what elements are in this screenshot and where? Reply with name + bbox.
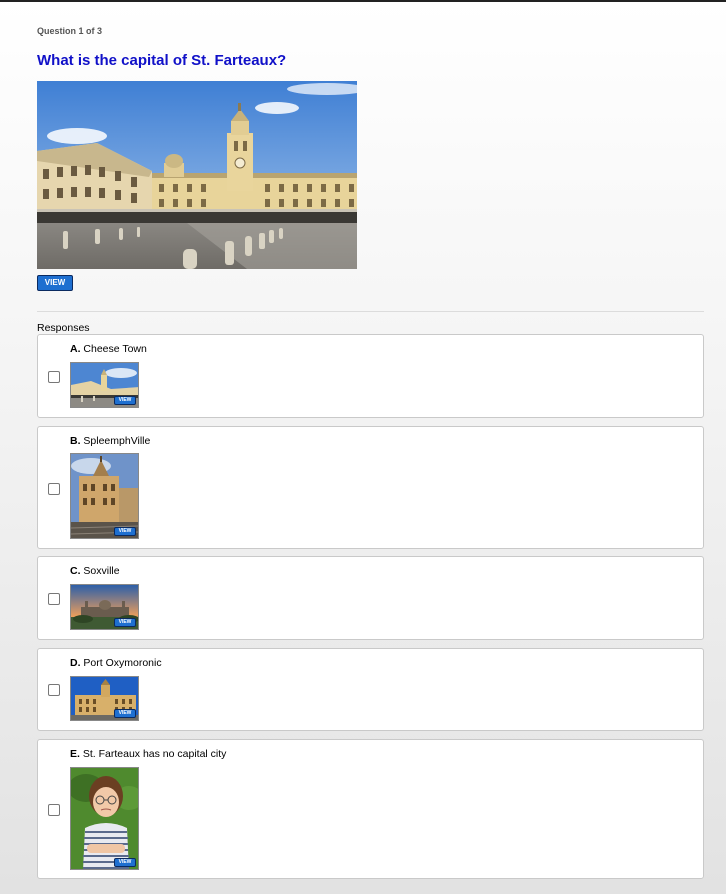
option-a-checkbox[interactable] <box>48 371 60 383</box>
section-divider <box>37 311 704 312</box>
option-d-view-button[interactable]: VIEW <box>114 709 136 718</box>
option-label: D. Port Oxymoronic <box>70 657 162 669</box>
option-label: E. St. Farteaux has no capital city <box>70 748 226 760</box>
response-option-e: E. St. Farteaux has no capital city VIEW <box>37 739 704 879</box>
option-letter: E. <box>70 748 80 760</box>
option-label: A. Cheese Town <box>70 343 147 355</box>
response-option-b: B. SpleemphVille VIEW <box>37 426 704 549</box>
response-option-a: A. Cheese Town VIEW <box>37 334 704 418</box>
question-counter: Question 1 of 3 <box>37 26 103 36</box>
option-b-checkbox[interactable] <box>48 483 60 495</box>
option-letter: A. <box>70 343 81 355</box>
question-image-view-button[interactable]: VIEW <box>37 275 73 291</box>
option-d-checkbox[interactable] <box>48 684 60 696</box>
option-d-image: VIEW <box>70 676 139 721</box>
option-text: SpleemphVille <box>83 435 151 447</box>
option-a-view-button[interactable]: VIEW <box>114 396 136 405</box>
option-c-image: VIEW <box>70 584 139 630</box>
top-border <box>0 0 726 2</box>
option-b-view-button[interactable]: VIEW <box>114 527 136 536</box>
response-option-d: D. Port Oxymoronic VIEW <box>37 648 704 731</box>
option-c-view-button[interactable]: VIEW <box>114 618 136 627</box>
option-e-image: VIEW <box>70 767 139 870</box>
response-option-c: C. Soxville VIEW <box>37 556 704 640</box>
option-e-view-button[interactable]: VIEW <box>114 858 136 867</box>
question-image <box>37 81 357 269</box>
option-label: C. Soxville <box>70 565 120 577</box>
option-text: Port Oxymoronic <box>83 657 162 669</box>
option-text: Soxville <box>83 565 120 577</box>
option-e-checkbox[interactable] <box>48 804 60 816</box>
option-label: B. SpleemphVille <box>70 435 150 447</box>
responses-label: Responses <box>37 322 90 334</box>
option-letter: B. <box>70 435 81 447</box>
option-text: Cheese Town <box>83 343 147 355</box>
option-c-checkbox[interactable] <box>48 593 60 605</box>
question-title: What is the capital of St. Farteaux? <box>37 52 287 69</box>
option-letter: C. <box>70 565 81 577</box>
option-a-image: VIEW <box>70 362 139 408</box>
option-text: St. Farteaux has no capital city <box>82 748 227 760</box>
option-b-image: VIEW <box>70 453 139 539</box>
option-letter: D. <box>70 657 81 669</box>
